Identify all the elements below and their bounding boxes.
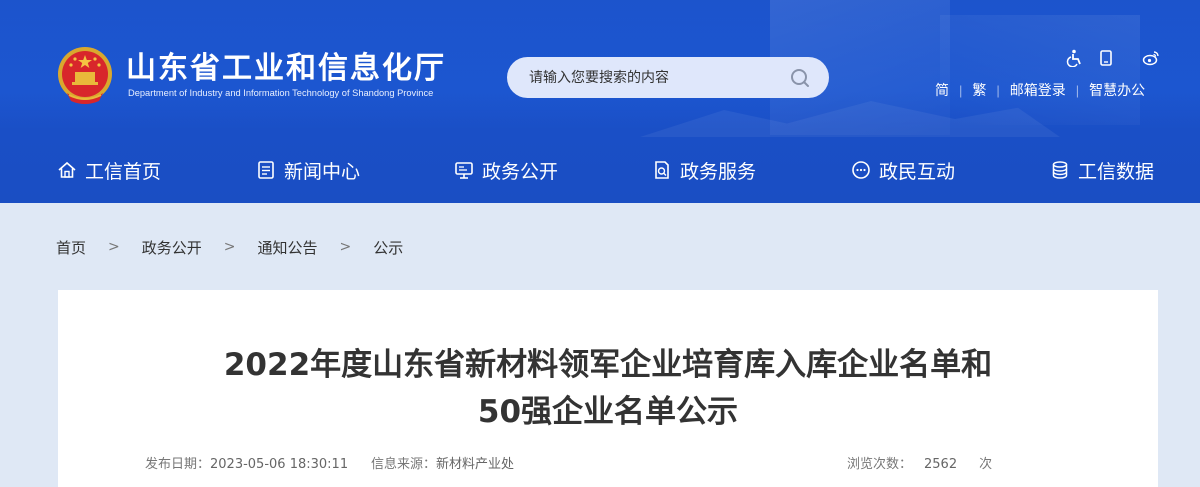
chat-icon [852, 161, 870, 179]
document-icon [258, 161, 274, 179]
nav-item-label: 政务服务 [680, 160, 757, 183]
mail-login-link[interactable]: 邮箱登录 [1010, 83, 1066, 99]
nav-item-label: 工信数据 [1078, 160, 1155, 183]
link-divider: | [996, 83, 1000, 98]
monitor-icon [455, 162, 473, 179]
search-input[interactable] [529, 67, 779, 89]
nav-item-label: 工信首页 [85, 160, 162, 183]
site-title[interactable]: 山东省工业和信息化厅 [126, 51, 446, 87]
view-count: 浏览次数： 2562 次 [847, 453, 993, 472]
site-subtitle: Department of Industry and Information T… [128, 88, 434, 98]
search-box [507, 57, 829, 98]
mobile-icon[interactable] [1097, 49, 1115, 67]
view-count-value: 2562 [924, 457, 958, 472]
header-sky-decoration [940, 15, 1140, 125]
site-header: 山东省工业和信息化厅 Department of Industry and In… [0, 0, 1200, 203]
view-count-unit: 次 [979, 457, 993, 472]
nav-item-interaction[interactable]: 政民互动 [851, 156, 955, 184]
article-panel: 2022年度山东省新材料领军企业培育库入库企业名单和 50强企业名单公示 发布日… [58, 290, 1158, 487]
breadcrumb-public-notice[interactable]: 公示 [373, 237, 403, 258]
link-divider: | [1075, 83, 1080, 98]
home-icon [58, 161, 76, 178]
info-source-value: 新材料产业处 [436, 457, 515, 472]
simplified-chinese-link[interactable]: 简 [935, 83, 949, 99]
article-title-line-1: 2022年度山东省新材料领军企业培育库入库企业名单和 [223, 347, 993, 383]
breadcrumb-notices[interactable]: 通知公告 [258, 237, 318, 258]
national-emblem-logo[interactable] [55, 45, 115, 107]
publish-date-label: 发布日期： [145, 457, 211, 472]
smart-office-link[interactable]: 智慧办公 [1089, 83, 1145, 99]
search-icon[interactable] [789, 67, 811, 89]
article-title: 2022年度山东省新材料领军企业培育库入库企业名单和 50强企业名单公示 [58, 342, 1158, 436]
service-icon [655, 161, 669, 179]
breadcrumb-separator: > [339, 239, 352, 255]
breadcrumb-gov-affairs[interactable]: 政务公开 [142, 237, 202, 258]
nav-item-gov-affairs[interactable]: 政务公开 [454, 156, 558, 184]
publish-date: 发布日期：2023-05-06 18:30:11 [145, 453, 349, 472]
article-title-line-2: 50强企业名单公示 [477, 394, 739, 430]
link-divider: | [959, 83, 963, 98]
breadcrumb-home[interactable]: 首页 [56, 237, 86, 258]
traditional-chinese-link[interactable]: 繁 [972, 83, 986, 99]
nav-item-data[interactable]: 工信数据 [1050, 156, 1154, 184]
nav-item-news[interactable]: 新闻中心 [256, 156, 360, 184]
nav-item-gov-service[interactable]: 政务服务 [652, 156, 756, 184]
database-icon [1052, 161, 1068, 179]
emblem-icon [58, 47, 112, 104]
nav-item-label: 政务公开 [482, 160, 559, 183]
breadcrumb: 首页 > 政务公开 > 通知公告 > 公示 [56, 236, 403, 258]
utility-icons [1066, 49, 1166, 69]
accessibility-icon[interactable] [1066, 49, 1084, 68]
nav-item-label: 新闻中心 [284, 160, 361, 183]
main-navigation: 工信首页 新闻中心 政务公开 政务服务 政民互动 工信数据 [0, 140, 1200, 200]
breadcrumb-separator: > [223, 239, 236, 255]
view-count-label: 浏览次数： [847, 457, 913, 472]
info-source-label: 信息来源： [371, 457, 437, 472]
breadcrumb-separator: > [108, 239, 120, 255]
publish-date-value: 2023-05-06 18:30:11 [210, 457, 349, 472]
nav-item-label: 政民互动 [879, 160, 956, 183]
info-source: 信息来源：新材料产业处 [371, 453, 515, 472]
nav-item-home[interactable]: 工信首页 [57, 156, 161, 184]
header-links: 简 | 繁 | 邮箱登录 | 智慧办公 [935, 80, 1145, 100]
weibo-icon[interactable] [1142, 49, 1160, 67]
